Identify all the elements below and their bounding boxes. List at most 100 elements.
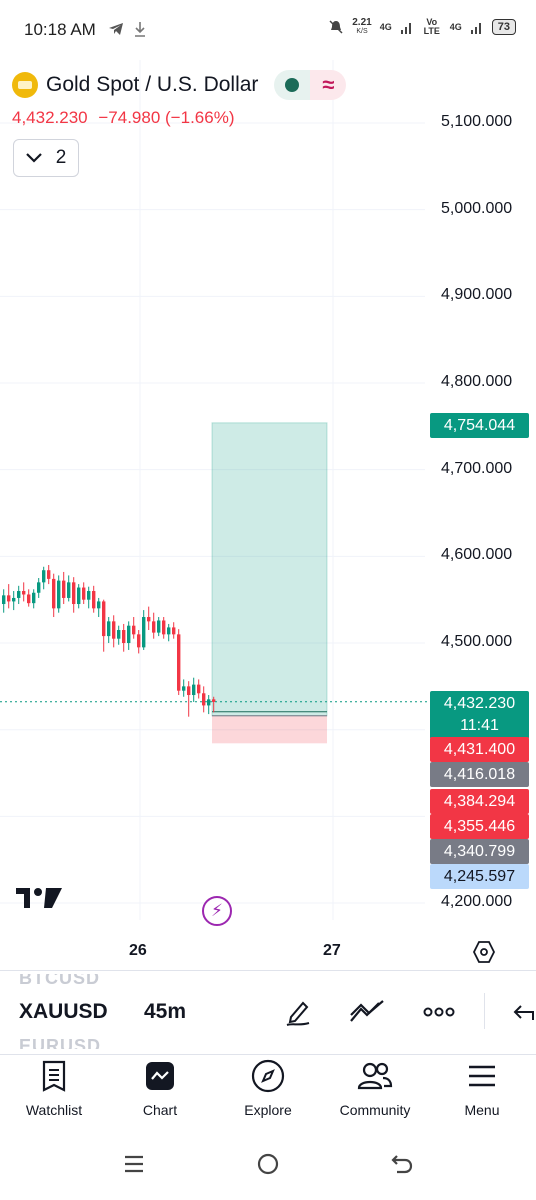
- candle-body: [57, 580, 61, 609]
- position-loss-zone: [212, 715, 327, 744]
- nav-label: Community: [339, 1102, 411, 1118]
- system-navigation: [0, 1130, 536, 1200]
- chart-settings-icon[interactable]: [472, 940, 496, 969]
- candle-body: [67, 582, 71, 598]
- menu-icon: [464, 1058, 500, 1094]
- candle-body: [152, 621, 156, 633]
- candle-body: [192, 684, 196, 696]
- delayed-data-icon: ≈: [310, 70, 347, 100]
- candle-body: [82, 587, 86, 600]
- nav-menu[interactable]: Menu: [432, 1058, 532, 1118]
- home-icon[interactable]: [257, 1153, 279, 1180]
- status-bar: 10:18 AM 2.21 K/S 4G Vo LTE 4G 73: [0, 0, 536, 60]
- mute-icon: [329, 20, 343, 34]
- signal-bars-icon: [400, 23, 411, 34]
- status-icons: 2.21 K/S 4G Vo LTE 4G 73: [328, 18, 516, 36]
- nav-community[interactable]: Community: [325, 1058, 425, 1118]
- candle-body: [187, 686, 191, 696]
- recent-apps-icon[interactable]: [123, 1154, 145, 1179]
- candle-body: [212, 699, 216, 702]
- signal-4g-label: 4G: [379, 22, 392, 32]
- indicators-collapse-button[interactable]: 2: [13, 139, 79, 177]
- candle-body: [102, 601, 106, 637]
- position-profit-zone: [211, 422, 328, 717]
- candle-body: [27, 594, 31, 604]
- indicator-count: 2: [55, 147, 67, 168]
- candle-body: [197, 684, 201, 694]
- nav-label: Chart: [142, 1102, 178, 1118]
- candle-body: [107, 621, 111, 637]
- candle-body: [162, 620, 166, 635]
- candle-body: [37, 582, 41, 593]
- candle-body: [12, 597, 16, 602]
- net-speed-unit: K/S: [356, 28, 368, 35]
- indicators-icon[interactable]: [349, 994, 385, 1030]
- candle-body: [72, 582, 76, 605]
- undo-icon[interactable]: [505, 994, 536, 1030]
- market-open-icon: [274, 70, 311, 100]
- chart-icon: [142, 1058, 178, 1094]
- interval-selector[interactable]: 45m: [144, 1000, 186, 1024]
- market-status-pill[interactable]: ≈: [274, 70, 347, 100]
- telegram-icon: [108, 22, 124, 41]
- gold-logo-icon: [12, 72, 38, 98]
- nav-explore[interactable]: Explore: [218, 1058, 318, 1118]
- candle-body: [7, 595, 11, 602]
- nav-label: Explore: [244, 1102, 292, 1118]
- back-icon[interactable]: [391, 1153, 413, 1180]
- nav-label: Watchlist: [25, 1102, 83, 1118]
- candle-body: [62, 580, 66, 598]
- battery-indicator: 73: [491, 19, 516, 35]
- watchlist-icon: [36, 1058, 72, 1094]
- tradingview-logo[interactable]: [16, 886, 64, 915]
- candle-body: [112, 621, 116, 639]
- candle-body: [132, 625, 136, 635]
- status-time: 10:18 AM: [24, 20, 96, 39]
- candle-body: [42, 570, 46, 583]
- candle-body: [157, 620, 161, 633]
- candle-body: [127, 625, 131, 644]
- download-icon: [134, 21, 146, 42]
- price-chart[interactable]: [0, 60, 536, 960]
- candle-body: [2, 595, 6, 605]
- nav-label: Menu: [464, 1102, 500, 1118]
- candle-body: [47, 570, 51, 579]
- time-label-27: 27: [323, 942, 341, 959]
- compass-icon: [250, 1058, 286, 1094]
- nav-watchlist[interactable]: Watchlist: [4, 1058, 104, 1118]
- last-price: 4,432.230: [12, 108, 88, 127]
- net-speed-value: 2.21: [352, 17, 372, 28]
- more-options-icon[interactable]: [421, 994, 457, 1030]
- candle-body: [202, 693, 206, 706]
- candle-body: [87, 591, 91, 600]
- symbol-title: Gold Spot / U.S. Dollar: [46, 73, 259, 96]
- candle-body: [167, 627, 171, 635]
- volte-label: Vo LTE: [423, 17, 440, 36]
- candle-body: [117, 630, 121, 639]
- candle-body: [182, 686, 186, 691]
- candle-body: [137, 634, 141, 648]
- symbol-price-line: 4,432.230 −74.980 (−1.66%): [12, 108, 234, 128]
- candle-body: [77, 587, 81, 605]
- signal-bars-icon-2: [470, 23, 481, 34]
- draw-pencil-icon[interactable]: [280, 994, 316, 1030]
- candle-body: [142, 617, 146, 648]
- candle-body: [22, 591, 26, 595]
- chevron-down-icon: [25, 153, 42, 163]
- toolbar-divider: [484, 993, 485, 1029]
- candle-body: [122, 630, 126, 644]
- current-symbol[interactable]: XAUUSD: [19, 1000, 108, 1024]
- lightning-icon[interactable]: ⚡: [202, 896, 232, 926]
- candle-body: [32, 592, 36, 604]
- candle-body: [147, 617, 151, 622]
- candle-body: [92, 591, 96, 609]
- time-label-26: 26: [129, 942, 147, 959]
- community-icon: [357, 1058, 393, 1094]
- candle-body: [17, 591, 21, 598]
- nav-chart[interactable]: Chart: [110, 1058, 210, 1118]
- candle-body: [177, 634, 181, 691]
- price-change: −74.980 (−1.66%): [98, 108, 235, 127]
- candle-body: [52, 578, 56, 609]
- candle-body: [172, 627, 176, 635]
- symbol-header[interactable]: Gold Spot / U.S. Dollar ≈: [12, 70, 347, 100]
